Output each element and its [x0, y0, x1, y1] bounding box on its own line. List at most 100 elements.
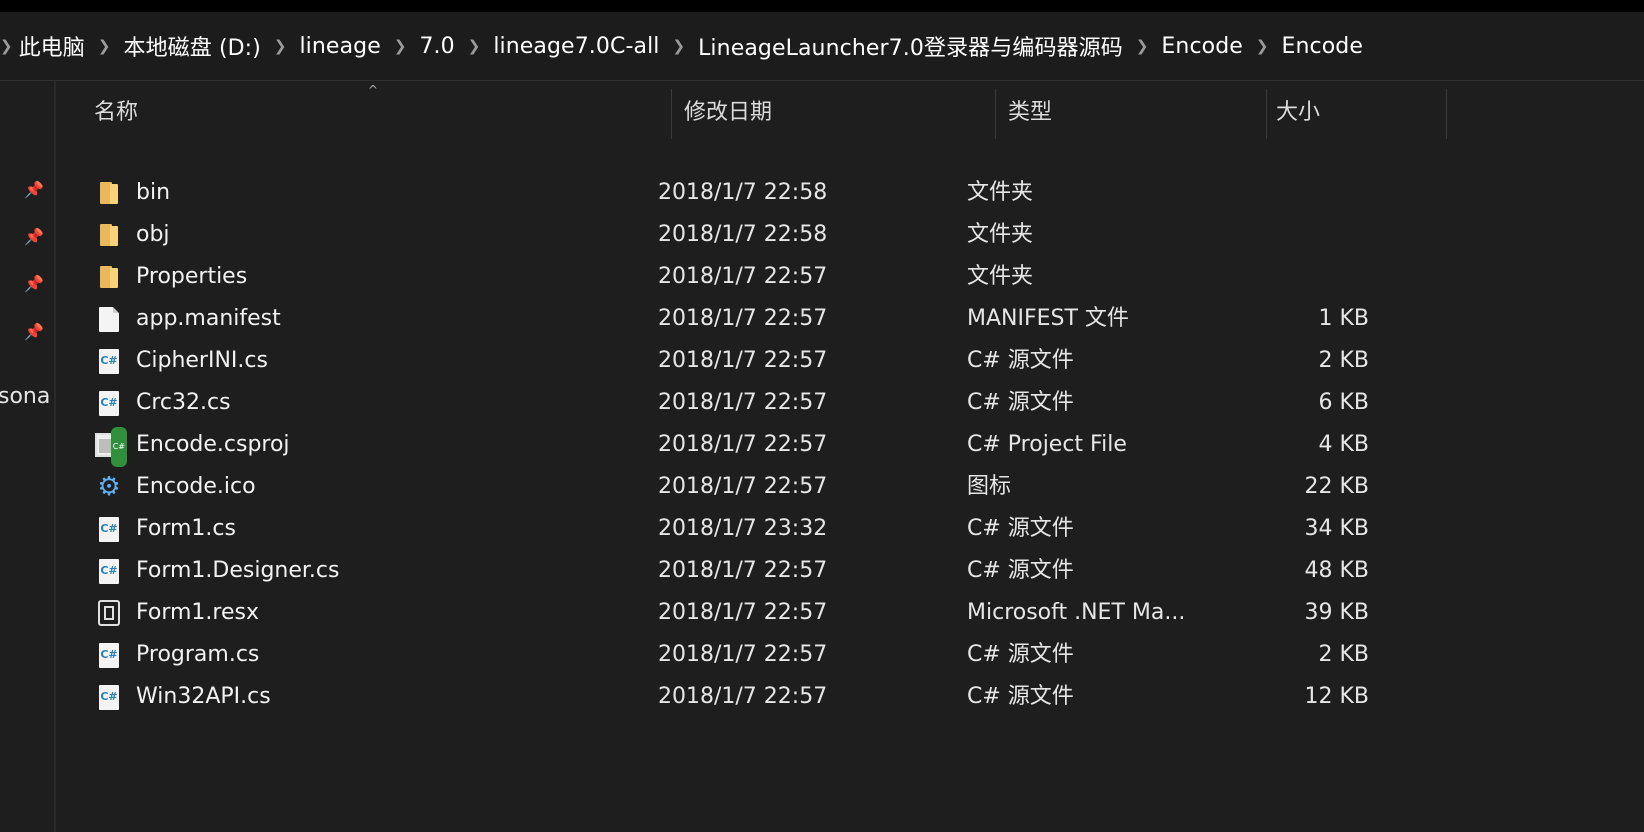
column-divider[interactable]	[995, 89, 996, 139]
file-type: 文件夹	[967, 222, 1034, 247]
file-name: app.manifest	[136, 306, 281, 331]
file-name: Crc32.cs	[136, 390, 231, 415]
file-name: obj	[136, 222, 170, 247]
file-size	[1245, 215, 1369, 255]
chevron-right-icon[interactable]: ❯	[673, 37, 686, 55]
file-modified-date: 2018/1/7 22:57	[658, 390, 828, 415]
breadcrumb-encode-parent[interactable]: Encode	[1161, 34, 1243, 59]
file-name: Form1.Designer.cs	[136, 558, 340, 583]
file-row[interactable]: Properties 2018/1/7 22:57 文件夹	[90, 257, 1510, 297]
csharp-file-icon: C#	[94, 635, 124, 675]
sort-ascending-icon: ^	[368, 83, 379, 97]
chevron-right-icon[interactable]: ❯	[468, 37, 481, 55]
file-row[interactable]: Form1.resx 2018/1/7 22:57 Microsoft .NET M…	[90, 593, 1510, 633]
folder-icon	[94, 257, 124, 297]
file-row[interactable]: obj 2018/1/7 22:58 文件夹	[90, 215, 1510, 255]
file-row[interactable]: Encode.csproj 2018/1/7 22:57 C# Project Fi…	[90, 425, 1510, 467]
csharp-file-icon-glyph: C#	[99, 390, 119, 416]
column-header-type[interactable]: 类型	[1008, 81, 1052, 139]
file-size: 39 KB	[1304, 600, 1369, 625]
breadcrumb-launcher-source[interactable]: LineageLauncher7.0登录器与编码器源码	[698, 30, 1123, 62]
file-type: C# Project File	[967, 432, 1127, 457]
csharp-file-icon: C#	[94, 509, 124, 549]
file-size: 22 KB	[1304, 474, 1369, 499]
file-modified-date: 2018/1/7 22:58	[658, 180, 828, 205]
pin-icon[interactable]: 📌	[24, 227, 44, 247]
breadcrumb-local-disk-d[interactable]: 本地磁盘 (D:)	[123, 30, 260, 62]
breadcrumb-this-pc[interactable]: 此电脑	[19, 30, 85, 62]
chevron-right-icon[interactable]: ❯	[274, 37, 287, 55]
file-row[interactable]: ⚙ Encode.ico 2018/1/7 22:57 图标 22 KB	[90, 467, 1510, 507]
column-divider[interactable]	[1266, 89, 1267, 139]
nav-item-personal[interactable]: sona	[0, 384, 50, 409]
chevron-right-icon[interactable]: ❯	[0, 37, 13, 55]
breadcrumb-encode-current[interactable]: Encode	[1282, 34, 1364, 59]
csharp-file-icon-glyph: C#	[99, 642, 119, 668]
file-type: MANIFEST 文件	[967, 306, 1129, 331]
folder-icon-glyph	[100, 266, 118, 288]
file-size: 4 KB	[1318, 432, 1369, 457]
chevron-right-icon[interactable]: ❯	[1256, 37, 1269, 55]
file-name: Properties	[136, 264, 248, 289]
file-size: 2 KB	[1318, 642, 1369, 667]
file-modified-date: 2018/1/7 22:57	[658, 348, 828, 373]
file-size	[1245, 257, 1369, 297]
file-modified-date: 2018/1/7 22:57	[658, 684, 828, 709]
file-modified-date: 2018/1/7 22:58	[658, 222, 828, 247]
file-type: C# 源文件	[967, 516, 1074, 541]
breadcrumb[interactable]: ❯ 此电脑 ❯ 本地磁盘 (D:) ❯ lineage ❯ 7.0 ❯ line…	[0, 12, 1644, 81]
chevron-right-icon[interactable]: ❯	[98, 37, 111, 55]
file-modified-date: 2018/1/7 22:57	[658, 264, 828, 289]
file-row[interactable]: C# Form1.Designer.cs 2018/1/7 22:57 C# 源文件 4…	[90, 551, 1510, 591]
file-name: bin	[136, 180, 171, 205]
csharp-file-icon-glyph: C#	[99, 516, 119, 542]
file-modified-date: 2018/1/7 22:57	[658, 600, 828, 625]
file-size: 34 KB	[1304, 516, 1369, 541]
file-row[interactable]: bin 2018/1/7 22:58 文件夹	[90, 173, 1510, 213]
column-divider[interactable]	[1446, 89, 1447, 139]
csproj-icon	[94, 425, 127, 467]
file-size: 6 KB	[1318, 390, 1369, 415]
file-row[interactable]: C# Win32API.cs 2018/1/7 22:57 C# 源文件 12 KB	[90, 677, 1510, 717]
csharp-file-icon-glyph: C#	[99, 558, 119, 584]
column-header-size[interactable]: 大小	[1276, 81, 1320, 139]
chevron-right-icon[interactable]: ❯	[1136, 37, 1149, 55]
file-name: Form1.resx	[136, 600, 259, 625]
file-row[interactable]: C# Crc32.cs 2018/1/7 22:57 C# 源文件 6 KB	[90, 383, 1510, 423]
breadcrumb-lineage[interactable]: lineage	[299, 34, 380, 59]
gear-icon: ⚙	[94, 467, 124, 507]
csproj-icon-glyph	[95, 427, 127, 467]
column-divider[interactable]	[671, 89, 672, 139]
file-modified-date: 2018/1/7 23:32	[658, 516, 828, 541]
file-size: 12 KB	[1304, 684, 1369, 709]
csharp-file-icon: C#	[94, 677, 124, 717]
navigation-pane: 📌 📌 📌 📌 sona	[0, 81, 56, 832]
chevron-right-icon[interactable]: ❯	[394, 37, 407, 55]
file-type: 文件夹	[967, 264, 1034, 289]
file-modified-date: 2018/1/7 22:57	[658, 306, 828, 331]
file-modified-date: 2018/1/7 22:57	[658, 642, 828, 667]
breadcrumb-7-0[interactable]: 7.0	[419, 34, 454, 59]
file-row[interactable]: C# Form1.cs 2018/1/7 23:32 C# 源文件 34 KB	[90, 509, 1510, 549]
column-header-date[interactable]: 修改日期	[684, 81, 772, 139]
pin-icon[interactable]: 📌	[24, 274, 44, 294]
file-explorer-window: ❯ 此电脑 ❯ 本地磁盘 (D:) ❯ lineage ❯ 7.0 ❯ line…	[0, 0, 1644, 832]
file-modified-date: 2018/1/7 22:57	[658, 474, 828, 499]
file-row[interactable]: C# CipherINI.cs 2018/1/7 22:57 C# 源文件 2 KB	[90, 341, 1510, 381]
file-type: 文件夹	[967, 180, 1034, 205]
column-header-name[interactable]: 名称	[94, 81, 138, 139]
breadcrumb-lineage7-0c-all[interactable]: lineage7.0C-all	[493, 34, 659, 59]
csharp-file-icon-glyph: C#	[99, 348, 119, 374]
pin-icon[interactable]: 📌	[24, 180, 44, 200]
resx-icon-glyph	[98, 600, 120, 626]
csharp-file-icon-glyph: C#	[99, 684, 119, 710]
file-name: Win32API.cs	[136, 684, 271, 709]
folder-icon	[94, 215, 124, 255]
file-name: Encode.ico	[136, 474, 256, 499]
file-type: C# 源文件	[967, 390, 1074, 415]
pin-icon[interactable]: 📌	[24, 322, 44, 342]
folder-icon	[94, 173, 124, 213]
file-row[interactable]: app.manifest 2018/1/7 22:57 MANIFEST 文件 1 K…	[90, 299, 1510, 339]
file-row[interactable]: C# Program.cs 2018/1/7 22:57 C# 源文件 2 KB	[90, 635, 1510, 675]
csharp-file-icon: C#	[94, 551, 124, 591]
